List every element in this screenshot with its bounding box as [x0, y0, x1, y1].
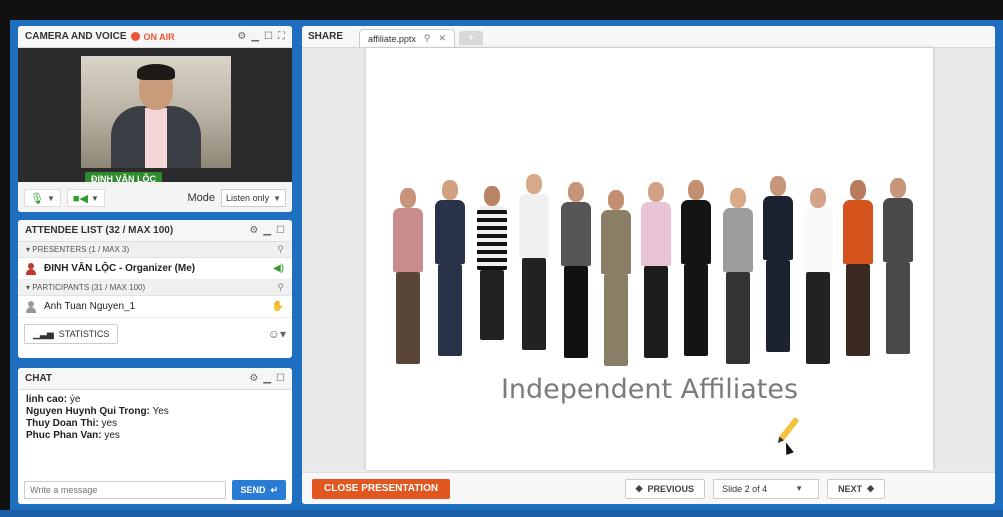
search-icon[interactable]: ⚲	[277, 282, 284, 293]
message-text: yes	[101, 430, 120, 441]
user-icon	[26, 300, 36, 313]
share-panel: SHARE affiliate.pptx ⚲ ✕ + Independent A…	[302, 26, 995, 504]
participant-name: Anh Tuan Nguyen_1	[44, 301, 136, 312]
minimize-icon[interactable]: ▁	[251, 31, 259, 42]
maximize-icon[interactable]: ☐	[276, 373, 285, 384]
settings-icon[interactable]: ⚙	[249, 373, 258, 384]
message-author: linh cao:	[26, 394, 68, 405]
statistics-button[interactable]: ▁▃▅ STATISTICS	[24, 324, 119, 344]
statistics-label: STATISTICS	[58, 329, 110, 339]
maximize-icon[interactable]: ☐	[264, 31, 273, 42]
chevron-down-icon: ▼	[46, 193, 55, 203]
presenters-section[interactable]: ▾ PRESENTERS (1 / MAX 3) ⚲	[18, 242, 292, 258]
camera-panel-title: CAMERA AND VOICE	[25, 31, 127, 42]
settings-icon[interactable]: ⚙	[237, 31, 246, 42]
slide-indicator: Slide 2 of 4	[722, 483, 768, 494]
message-text: ýe	[67, 394, 81, 405]
chat-panel: CHAT ⚙ ▁ ☐ linh cao: ýe Nguyen Huynh Qui…	[18, 368, 292, 504]
message-text: yes	[98, 418, 118, 429]
presenters-label: PRESENTERS (1 / MAX 3)	[32, 245, 130, 254]
attendee-panel-title: ATTENDEE LIST (32 / MAX 100)	[25, 225, 174, 236]
message-author: Nguyen Huynh Qui Trong:	[26, 406, 150, 417]
chevron-down-icon: ▼	[795, 484, 804, 493]
send-label: SEND	[240, 485, 266, 495]
chat-message: Thuy Doan Thi: yes	[26, 418, 284, 430]
next-label: NEXT	[838, 483, 863, 494]
enter-icon: ↵	[270, 484, 278, 495]
chat-message: Nguyen Huynh Qui Trong: Yes	[26, 406, 284, 418]
chat-log: linh cao: ýe Nguyen Huynh Qui Trong: Yes…	[18, 390, 292, 474]
chat-message: linh cao: ýe	[26, 394, 284, 406]
arrow-right-icon: ◆	[867, 483, 874, 493]
mode-label: Mode	[187, 192, 216, 204]
user-icon	[26, 262, 36, 275]
pin-icon[interactable]: ⚲	[424, 33, 431, 44]
speaker-icon: ◀)	[272, 263, 284, 274]
chat-panel-header: CHAT ⚙ ▁ ☐	[18, 368, 292, 390]
chat-input[interactable]	[24, 481, 227, 499]
presenter-video	[81, 56, 231, 168]
close-presentation-button[interactable]: CLOSE PRESENTATION	[312, 478, 451, 499]
add-tab-button[interactable]: +	[459, 31, 484, 45]
emoji-icon[interactable]: ☺▾	[268, 327, 286, 341]
slide-image-group	[378, 166, 918, 366]
participants-label: PARTICIPANTS (31 / MAX 100)	[32, 283, 146, 292]
slide-area: Independent Affiliates	[302, 48, 995, 470]
microphone-icon: 🎙	[30, 192, 44, 205]
send-button[interactable]: SEND ↵	[232, 480, 286, 500]
mode-select[interactable]: Listen only ▼	[221, 189, 286, 207]
next-button[interactable]: NEXT ◆	[827, 478, 885, 499]
participant-row[interactable]: Anh Tuan Nguyen_1 ✋	[18, 296, 292, 318]
chevron-down-icon: ▼	[273, 193, 281, 203]
mode-value: Listen only	[226, 193, 270, 203]
on-air-dot-icon	[131, 32, 141, 41]
participants-section[interactable]: ▾ PARTICIPANTS (31 / MAX 100) ⚲	[18, 280, 292, 296]
previous-button[interactable]: ◆ PREVIOUS	[624, 478, 706, 499]
video-feed: ĐINH VĂN LỘC	[18, 48, 292, 204]
chat-panel-title: CHAT	[25, 373, 53, 384]
camera-panel: CAMERA AND VOICE ON AIR ⚙ ▁ ☐ ⛶ ĐINH VĂN…	[18, 26, 292, 212]
share-tabbar: SHARE affiliate.pptx ⚲ ✕ +	[302, 26, 995, 48]
pencil-icon	[778, 416, 800, 442]
camera-button[interactable]: ■◀ ▼	[66, 189, 105, 207]
chat-message: Phuc Phan Van: yes	[26, 430, 284, 442]
presentation-slide: Independent Affiliates	[366, 48, 933, 470]
close-tab-icon[interactable]: ✕	[438, 33, 446, 44]
slide-select[interactable]: Slide 2 of 4 ▼	[713, 478, 820, 499]
maximize-icon[interactable]: ☐	[276, 225, 285, 236]
message-text: Yes	[149, 406, 169, 417]
mouse-cursor-icon	[782, 440, 794, 456]
minimize-icon[interactable]: ▁	[263, 225, 271, 236]
bar-chart-icon: ▁▃▅	[33, 328, 54, 339]
taskbar-strip	[0, 510, 1003, 517]
on-air-status: ON AIR	[143, 31, 175, 42]
camera-icon: ■◀	[72, 192, 88, 205]
minimize-icon[interactable]: ▁	[263, 373, 271, 384]
fullscreen-icon[interactable]: ⛶	[278, 31, 285, 42]
camera-controls: 🎙 ▼ ■◀ ▼ Mode Listen only ▼	[18, 182, 292, 212]
raise-hand-icon[interactable]: ✋	[272, 301, 284, 312]
chevron-down-icon: ▼	[91, 193, 99, 203]
message-author: Phuc Phan Van:	[26, 430, 102, 441]
tab-affiliate-pptx[interactable]: affiliate.pptx ⚲ ✕	[359, 29, 456, 47]
attendee-panel: ATTENDEE LIST (32 / MAX 100) ⚙ ▁ ☐ ▾ PRE…	[18, 220, 292, 358]
settings-icon[interactable]: ⚙	[249, 225, 258, 236]
arrow-left-icon: ◆	[635, 483, 643, 493]
share-label: SHARE	[308, 31, 344, 42]
slide-title: Independent Affiliates	[500, 374, 799, 405]
attendee-panel-header: ATTENDEE LIST (32 / MAX 100) ⚙ ▁ ☐	[18, 220, 292, 242]
previous-label: PREVIOUS	[647, 483, 695, 494]
tab-label: affiliate.pptx	[368, 33, 416, 44]
presenter-row[interactable]: ĐINH VĂN LỘC - Organizer (Me) ◀)	[18, 258, 292, 280]
message-author: Thuy Doan Thi:	[26, 418, 99, 429]
camera-panel-header: CAMERA AND VOICE ON AIR ⚙ ▁ ☐ ⛶	[18, 26, 292, 48]
share-footer: CLOSE PRESENTATION ◆ PREVIOUS Slide 2 of …	[302, 472, 995, 504]
microphone-button[interactable]: 🎙 ▼	[24, 189, 61, 207]
presenter-name: ĐINH VĂN LỘC - Organizer (Me)	[44, 263, 196, 274]
search-icon[interactable]: ⚲	[277, 244, 284, 255]
